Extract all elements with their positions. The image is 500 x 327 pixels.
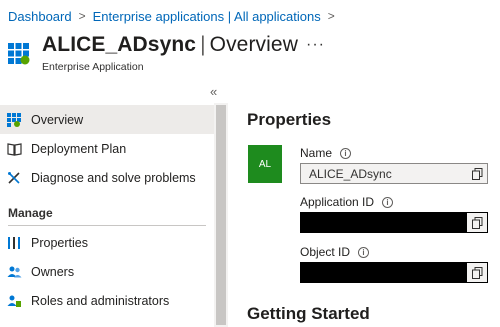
getting-started-heading: Getting Started — [247, 304, 370, 323]
sidebar-item-deployment-plan[interactable]: Deployment Plan — [0, 134, 214, 163]
sidebar-item-diagnose[interactable]: Diagnose and solve problems — [0, 163, 214, 192]
user-role-icon — [6, 293, 22, 309]
sidebar-item-properties[interactable]: Properties — [0, 228, 214, 257]
properties-bars-icon — [6, 235, 22, 251]
wrench-icon — [6, 170, 22, 186]
section-name: Overview — [209, 33, 298, 56]
sidebar-item-label: Owners — [31, 264, 75, 279]
sidebar-item-roles[interactable]: Roles and administrators — [0, 286, 214, 315]
info-icon[interactable]: i — [382, 196, 394, 208]
application-id-field[interactable] — [300, 212, 488, 233]
name-label: Name i — [300, 146, 352, 160]
title-divider: | — [200, 33, 206, 56]
collapse-sidebar-button[interactable]: « — [210, 84, 217, 99]
sidebar-item-label: Deployment Plan — [31, 141, 127, 156]
manage-section-title: Manage — [8, 206, 53, 220]
name-field[interactable]: ALICE_ADsync — [300, 163, 488, 184]
name-value: ALICE_ADsync — [309, 166, 392, 181]
breadcrumb: Dashboard > Enterprise applications | Al… — [8, 7, 342, 25]
sidebar-scrollbar[interactable] — [214, 103, 228, 327]
object-id-label: Object ID i — [300, 245, 370, 259]
object-id-label-text: Object ID — [300, 245, 351, 259]
enterprise-app-grid-icon — [8, 43, 30, 65]
object-id-field[interactable] — [300, 262, 488, 283]
copy-icon[interactable] — [467, 164, 487, 183]
more-options-button[interactable]: ··· — [306, 36, 325, 54]
people-icon — [6, 264, 22, 280]
sidebar-item-label: Roles and administrators — [31, 293, 170, 308]
overview-grid-icon — [6, 112, 22, 128]
sidebar-item-label: Diagnose and solve problems — [31, 170, 196, 185]
sidebar-item-overview[interactable]: Overview — [0, 105, 214, 134]
application-id-label-text: Application ID — [300, 195, 375, 209]
page-title: ALICE_ADsync | Overview — [42, 33, 298, 57]
sidebar-item-owners[interactable]: Owners — [0, 257, 214, 286]
copy-icon[interactable] — [467, 213, 487, 232]
breadcrumb-enterprise-apps-link[interactable]: Enterprise applications | All applicatio… — [93, 9, 321, 24]
sidebar-item-label: Properties — [31, 235, 88, 250]
scrollbar-thumb[interactable] — [216, 105, 226, 325]
app-initials-tile: AL — [248, 145, 282, 183]
name-label-text: Name — [300, 146, 333, 160]
breadcrumb-dashboard-link[interactable]: Dashboard — [8, 9, 72, 24]
breadcrumb-separator: > — [327, 9, 335, 23]
sidebar-nav: Overview Deployment Plan Diagnose and so… — [0, 103, 214, 327]
application-id-label: Application ID i — [300, 195, 394, 209]
section-divider — [8, 225, 206, 226]
book-icon — [6, 141, 22, 157]
info-icon[interactable]: i — [340, 147, 352, 159]
properties-heading: Properties — [247, 110, 332, 129]
sidebar-item-label: Overview — [31, 112, 84, 127]
copy-icon[interactable] — [467, 263, 487, 282]
breadcrumb-separator: > — [78, 9, 86, 23]
info-icon[interactable]: i — [358, 246, 370, 258]
app-name: ALICE_ADsync — [42, 33, 197, 56]
page-subtitle: Enterprise Application — [42, 61, 144, 73]
